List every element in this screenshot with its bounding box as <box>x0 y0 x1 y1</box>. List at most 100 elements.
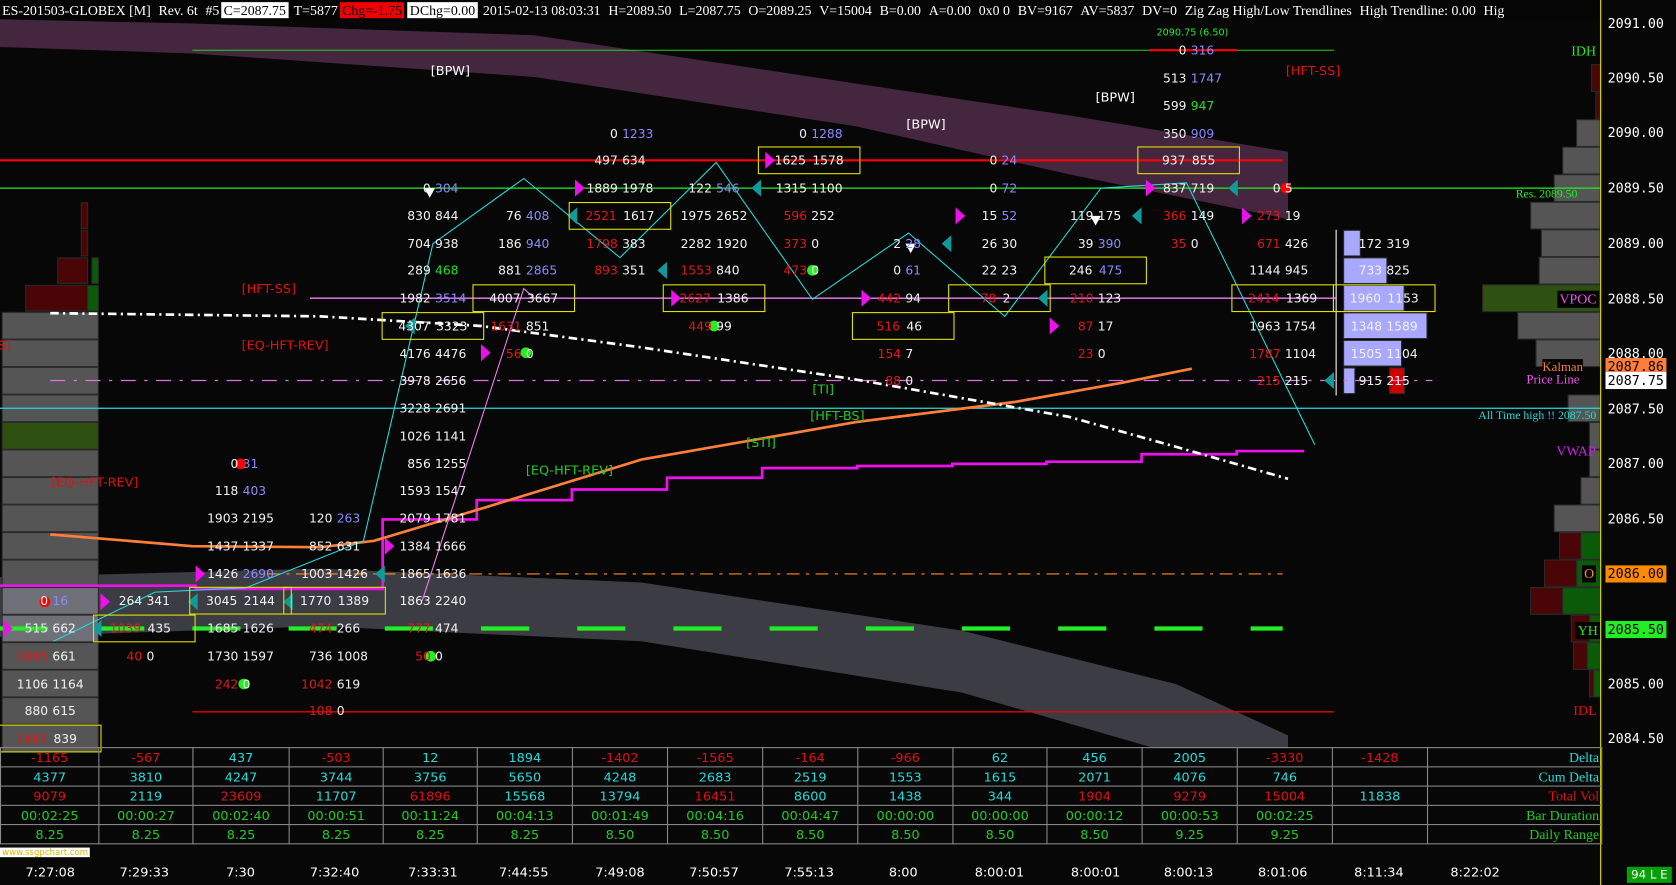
bid-volume: 4307 <box>398 318 430 334</box>
footprint-cell: 0 24 <box>948 151 1051 170</box>
stats-cell: 9079 <box>0 785 100 806</box>
bid-volume: 1437 <box>207 538 239 554</box>
stats-cell: 1904 <box>1046 785 1143 806</box>
stats-cell: 2005 <box>1141 747 1238 768</box>
ask-volume: 1978 <box>622 180 654 196</box>
sti-label: [STI] <box>746 435 776 450</box>
ask-volume: 435 <box>147 620 171 636</box>
bid-volume: 852 <box>308 538 333 554</box>
stats-cell: 2119 <box>98 785 194 806</box>
ask-volume: 1141 <box>435 428 467 444</box>
stats-cell: 11707 <box>288 785 384 806</box>
ask-volume: 99 <box>716 318 732 334</box>
time-axis-label: 8:00:01 <box>974 864 1025 880</box>
footprint-cell: 1505 1104 <box>1333 344 1436 363</box>
time-axis-label: 8:00:01 <box>1070 864 1121 880</box>
bid-volume: 120 <box>308 510 333 526</box>
footprint-cell: 76 408 <box>472 206 575 225</box>
footprint-chart[interactable]: ES-201503-GLOBEX [M] Rev. 6t #5 C=2087.75… <box>0 0 1676 885</box>
ask-volume: 24 <box>1001 153 1018 169</box>
bid-volume: 35 <box>1170 235 1187 251</box>
bid-volume: 1042 <box>301 676 333 691</box>
footprint-cell: 3228 2691 <box>382 399 485 418</box>
stats-cell: 11838 <box>1331 785 1429 806</box>
time-axis-label: 7:55:13 <box>784 864 834 880</box>
stats-row-label: Delta <box>1426 747 1603 768</box>
footprint-cell: 937 855 <box>1137 146 1240 175</box>
footprint-cell: 56 0 <box>472 344 575 363</box>
bid-volume: 289 <box>407 263 431 279</box>
time-axis-label: 7:32:40 <box>309 864 360 880</box>
footprint-cell: 0 1233 <box>569 123 672 142</box>
bpw-label: [BPW] <box>906 116 946 132</box>
footprint-cell: 4007 3667 <box>472 284 576 313</box>
price-axis-label: 2087.00 <box>1607 455 1664 472</box>
bpw-label: [BPW] <box>1095 89 1135 105</box>
footprint-cell: 1963 1754 <box>1231 316 1334 335</box>
bid-volume: 1863 <box>399 593 431 609</box>
ask-volume: 1617 <box>623 208 655 224</box>
stats-cell: 12 <box>382 747 478 768</box>
ask-volume: 1153 <box>1387 290 1419 306</box>
bid-volume: 1975 <box>680 208 712 224</box>
footprint-cell: 830 844 <box>382 206 485 225</box>
footprint-cell: 1003 1426 <box>283 564 386 583</box>
stats-cell: -567 <box>98 747 194 768</box>
ask-volume: 316 <box>1190 43 1215 58</box>
left-profile-bar <box>1 311 99 340</box>
stats-cell: 3744 <box>288 766 384 787</box>
eq-hft-rev-label: [EQ-HFT-REV] <box>51 474 139 490</box>
right-profile-bar <box>1530 201 1601 230</box>
ask-volume: 1754 <box>1284 318 1317 334</box>
ask-volume: 468 <box>435 263 459 279</box>
footprint-cell: 1026 1141 <box>382 426 485 445</box>
footprint-cell: 513 1747 <box>1137 68 1240 87</box>
stats-cell: 00:00:51 <box>288 804 384 826</box>
footprint-cell: 596 252 <box>758 206 861 225</box>
ask-volume: 16 <box>52 593 69 609</box>
stats-row-bar-duration: 00:02:25 00:00:27 00:02:40 00:00:51 00:11:24… <box>0 804 1603 826</box>
footprint-cell: 50 0 <box>382 646 485 665</box>
ask-volume: 4476 <box>435 345 467 361</box>
ask-volume: 2652 <box>716 208 748 224</box>
footprint-cell: 1042 619 <box>283 674 386 693</box>
stats-cell: 2519 <box>762 766 859 787</box>
bid-volume: 777 <box>407 620 431 636</box>
stats-cell: 4247 <box>192 766 290 787</box>
bid-volume: 0 <box>893 263 902 279</box>
stats-cell: 2071 <box>1046 766 1143 787</box>
stats-cell: -1565 <box>666 747 764 768</box>
time-axis-label: 8:11:34 <box>1354 864 1404 880</box>
footprint-cell: 23 0 <box>1044 344 1147 363</box>
bid-volume: 893 <box>594 263 618 279</box>
left-profile-bar <box>1 421 99 450</box>
price-axis-label: 2091.00 <box>1607 14 1664 31</box>
bid-volume: 56 <box>505 345 522 361</box>
stats-cell: 8600 <box>762 785 859 806</box>
stats-cell: 8.25 <box>382 824 478 845</box>
footprint-cell: 0 1288 <box>758 123 861 142</box>
footprint-cell: 273 19 <box>1231 206 1334 225</box>
footprint-cell: 0 304 <box>382 178 485 197</box>
stats-cell: 1894 <box>476 747 573 768</box>
footprint-cell: 3045 2144 <box>189 587 292 615</box>
stats-cell: 23609 <box>192 785 290 806</box>
bid-volume: 915 <box>1358 373 1383 389</box>
stats-cell: 4377 <box>0 766 100 787</box>
ask-volume: 840 <box>716 263 740 279</box>
ask-volume: 17 <box>1097 318 1114 334</box>
ask-volume: 1233 <box>622 125 654 141</box>
price-axis-label: 2087.50 <box>1607 400 1664 417</box>
ask-volume: 1369 <box>1285 290 1318 306</box>
ask-volume: 2691 <box>435 400 467 416</box>
ask-volume: 0 <box>1097 345 1106 361</box>
ask-volume: 0 <box>811 263 820 279</box>
bid-volume: 830 <box>407 208 431 224</box>
bid-volume: 1348 <box>1350 318 1383 334</box>
bid-volume: 0 <box>799 125 808 141</box>
bid-volume: 1685 <box>207 620 239 636</box>
stats-row-daily-range: 8.25 8.25 8.25 8.25 8.25 8.25 8.50 8.50 8.50 8.50… <box>0 824 1603 845</box>
bid-volume: 3978 <box>399 373 431 389</box>
footprint-cell: 2414 1369 <box>1231 284 1334 313</box>
stats-cell: 00:01:49 <box>571 804 669 826</box>
